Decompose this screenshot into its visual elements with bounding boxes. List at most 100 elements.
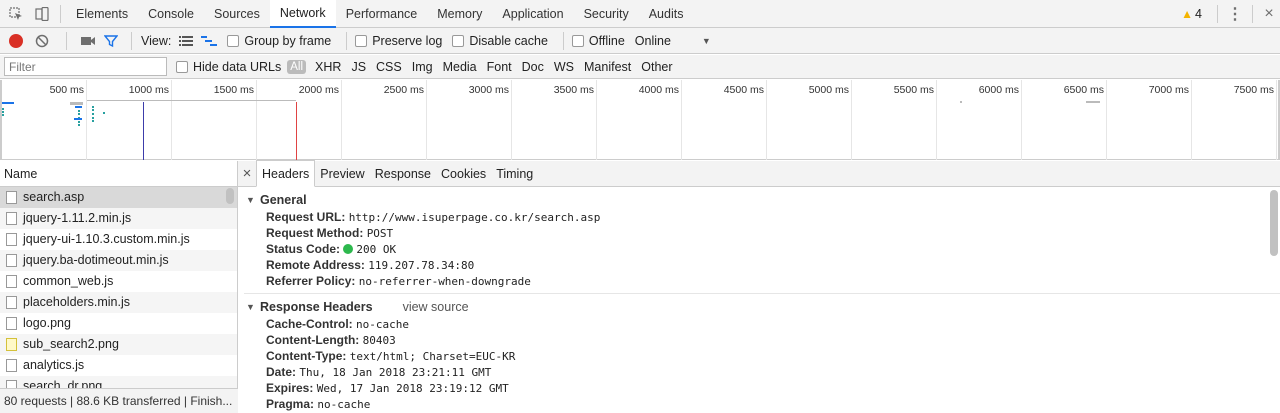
header-row: Request URL: http://www.isuperpage.co.kr… [238,209,1280,225]
header-value: text/html; Charset=EUC-KR [349,350,516,363]
header-row: Remote Address: 119.207.78.34:80 [238,257,1280,273]
filter-type-css[interactable]: CSS [371,60,407,74]
preserve-log-checkbox[interactable]: Preserve log [355,34,442,48]
filter-type-doc[interactable]: Doc [517,60,549,74]
filter-icon[interactable] [104,34,118,48]
header-row: Content-Length: 80403 [238,332,1280,348]
header-name: Cache-Control: [266,317,353,331]
name-column-header[interactable]: Name [0,161,237,187]
offline-label: Offline [588,33,625,48]
request-row[interactable]: logo.png [0,313,237,334]
divider [1252,4,1253,23]
filter-input[interactable] [4,57,167,76]
checkbox-box[interactable] [452,34,465,47]
checkbox-box[interactable] [227,34,240,47]
network-toolbar: View: Group by frame Preserve log Disabl… [0,28,1280,54]
filter-type-all[interactable]: All [287,59,307,74]
panel-tabs: Elements Console Sources Network Performance… [66,0,693,28]
tab-audits[interactable]: Audits [639,1,694,28]
filter-type-ws[interactable]: WS [549,60,579,74]
divider [1217,4,1218,23]
request-row[interactable]: sub_search2.png [0,334,237,355]
close-devtools-icon[interactable]: × [1258,5,1280,23]
tab-sources[interactable]: Sources [204,1,270,28]
checkbox-box[interactable] [355,34,368,47]
view-source-link[interactable]: view source [403,298,469,316]
request-row[interactable]: common_web.js [0,271,237,292]
filter-type-font[interactable]: Font [482,60,517,74]
disable-cache-checkbox[interactable]: Disable cache [452,34,548,48]
detail-tab-headers[interactable]: Headers [256,159,316,187]
checkbox-box[interactable] [571,34,584,47]
header-value: 80403 [362,334,396,347]
header-name: Request URL: [266,210,346,224]
document-file-icon [6,359,17,372]
warning-icon[interactable]: ▲ [1181,7,1193,21]
filter-type-xhr[interactable]: XHR [310,60,346,74]
detail-tab-cookies[interactable]: Cookies [436,161,491,187]
clear-button[interactable] [35,34,49,48]
load-event-line [296,102,297,160]
detail-tabs: × Headers Preview Response Cookies Timing [238,159,1280,187]
tab-console[interactable]: Console [138,1,204,28]
waterfall-view-icon[interactable] [201,35,218,47]
warning-count[interactable]: 4 [1195,7,1202,21]
filter-type-js[interactable]: JS [346,60,371,74]
request-row[interactable]: jquery.ba-dotimeout.min.js [0,250,237,271]
hide-data-urls-checkbox[interactable]: Hide data URLs [176,60,281,74]
tab-security[interactable]: Security [574,1,639,28]
resource-type-filters: All XHR JS CSS Img Media Font Doc WS Manifest Othe… [287,59,677,74]
general-section-header[interactable]: ▼ General [238,191,1280,209]
request-row[interactable]: analytics.js [0,355,237,376]
header-value: http://www.isuperpage.co.kr/search.asp [348,211,601,224]
detail-scrollbar[interactable] [1270,190,1278,256]
detail-tab-response[interactable]: Response [370,161,436,187]
tab-network[interactable]: Network [269,0,336,28]
close-detail-icon[interactable]: × [238,165,256,182]
throttling-select[interactable]: Online ▼ [635,34,711,48]
detail-tab-timing[interactable]: Timing [491,161,538,187]
header-value: 119.207.78.34:80 [368,259,475,272]
request-row[interactable]: jquery-ui-1.10.3.custom.min.js [0,229,237,250]
tab-performance[interactable]: Performance [336,1,428,28]
request-name: jquery-ui-1.10.3.custom.min.js [23,232,190,246]
expand-triangle-icon: ▼ [246,302,255,312]
document-file-icon [6,233,17,246]
request-row[interactable]: jquery-1.11.2.min.js [0,208,237,229]
devtools-tabbar: Elements Console Sources Network Performance… [0,0,1280,28]
request-row[interactable]: search.asp [0,187,237,208]
request-name: search.asp [23,190,85,204]
header-value: no-referrer-when-downgrade [358,275,531,288]
detail-tab-list: Headers Preview Response Cookies Timing [256,159,538,187]
divider [66,31,67,50]
checkbox-box[interactable] [176,60,188,73]
more-options-icon[interactable]: ⋮ [1223,4,1247,24]
filter-type-manifest[interactable]: Manifest [579,60,636,74]
large-rows-icon[interactable] [179,35,194,47]
header-name: Request Method: [266,226,364,240]
device-toolbar-icon[interactable] [29,0,55,28]
filter-type-img[interactable]: Img [407,60,438,74]
tab-application[interactable]: Application [492,1,573,28]
tab-elements[interactable]: Elements [66,1,138,28]
filter-type-other[interactable]: Other [636,60,677,74]
general-title: General [260,193,307,207]
request-bar [70,102,83,105]
request-list-scrollbar[interactable] [226,188,234,204]
inspect-element-icon[interactable] [3,0,29,28]
request-row[interactable]: placeholders.min.js [0,292,237,313]
group-by-frame-checkbox[interactable]: Group by frame [227,34,331,48]
filter-type-media[interactable]: Media [438,60,482,74]
group-by-frame-label: Group by frame [244,33,332,48]
capture-screenshots-icon[interactable] [80,35,96,47]
header-row: Date: Thu, 18 Jan 2018 23:21:11 GMT [238,364,1280,380]
document-file-icon [6,275,17,288]
header-name: Referrer Policy: [266,274,356,288]
record-button[interactable] [9,33,23,48]
offline-checkbox[interactable]: Offline [571,33,625,48]
request-name: common_web.js [23,274,114,288]
header-value: POST [366,227,394,240]
tab-memory[interactable]: Memory [427,1,492,28]
response-headers-section-header[interactable]: ▼ Response Headers view source [238,298,1280,316]
detail-tab-preview[interactable]: Preview [315,161,369,187]
